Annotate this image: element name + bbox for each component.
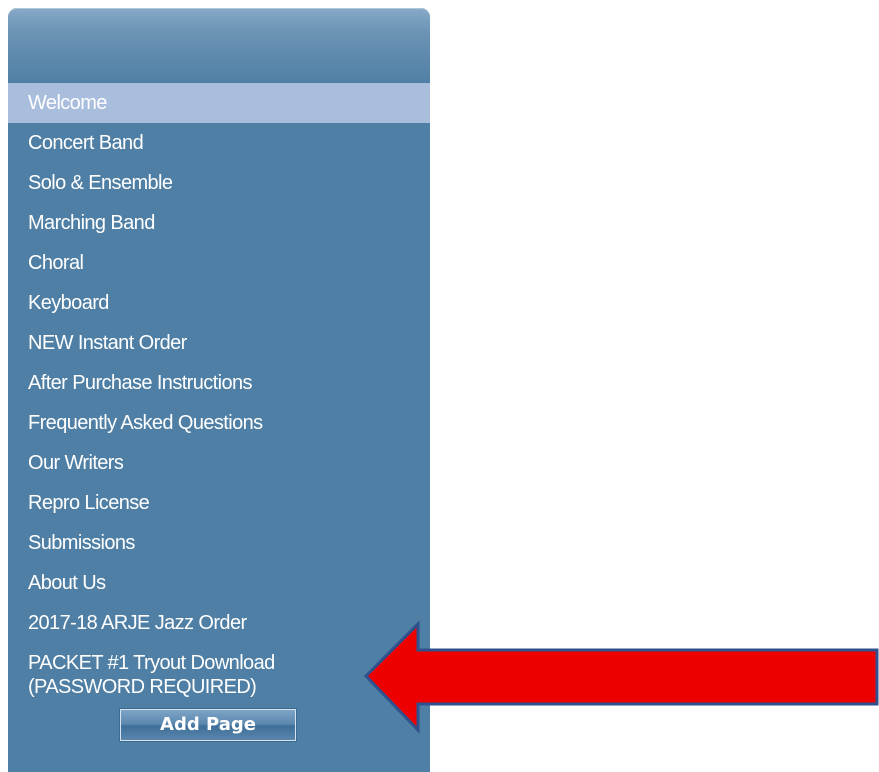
nav-item-keyboard[interactable]: Keyboard <box>8 283 430 323</box>
add-page-container: Add Page <box>119 708 297 742</box>
nav-item-choral[interactable]: Choral <box>8 243 430 283</box>
nav-item-faq[interactable]: Frequently Asked Questions <box>8 403 430 443</box>
nav-item-solo-ensemble[interactable]: Solo & Ensemble <box>8 163 430 203</box>
nav-item-our-writers[interactable]: Our Writers <box>8 443 430 483</box>
page: Welcome Concert Band Solo & Ensemble Mar… <box>0 0 879 772</box>
nav-item-marching-band[interactable]: Marching Band <box>8 203 430 243</box>
nav-list: Welcome Concert Band Solo & Ensemble Mar… <box>8 83 430 703</box>
nav-item-new-instant-order[interactable]: NEW Instant Order <box>8 323 430 363</box>
nav-item-after-purchase-instructions[interactable]: After Purchase Instructions <box>8 363 430 403</box>
nav-item-submissions[interactable]: Submissions <box>8 523 430 563</box>
nav-item-concert-band[interactable]: Concert Band <box>8 123 430 163</box>
nav-item-welcome[interactable]: Welcome <box>8 83 430 123</box>
nav-item-about-us[interactable]: About Us <box>8 563 430 603</box>
red-arrow-icon <box>363 620 879 734</box>
nav-panel-header <box>8 8 430 83</box>
red-arrow-shape <box>363 620 879 734</box>
nav-item-repro-license[interactable]: Repro License <box>8 483 430 523</box>
add-page-button[interactable]: Add Page <box>119 708 297 742</box>
